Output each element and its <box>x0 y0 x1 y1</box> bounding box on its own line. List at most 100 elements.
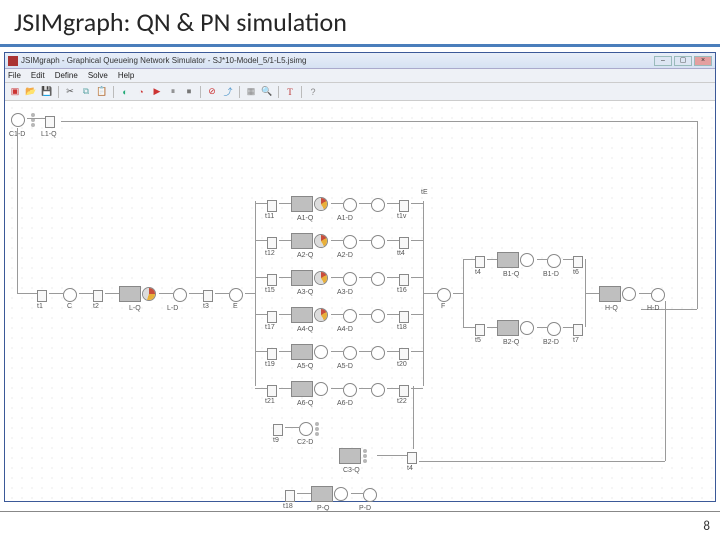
station-node[interactable] <box>291 232 328 250</box>
close-button[interactable]: × <box>694 56 712 66</box>
node-label: A4-Q <box>297 326 313 333</box>
delay-node[interactable] <box>371 196 385 214</box>
node-label: B2-D <box>543 339 559 346</box>
save-icon[interactable]: 💾 <box>40 85 54 99</box>
node-label: A5-D <box>337 363 353 370</box>
cut-icon[interactable]: ✂ <box>63 85 77 99</box>
copy-icon[interactable]: ⧉ <box>79 85 93 99</box>
station-node[interactable] <box>291 195 328 213</box>
menu-edit[interactable]: Edit <box>31 71 45 80</box>
delay-node[interactable] <box>343 270 357 288</box>
delay-node[interactable] <box>343 381 357 399</box>
place-node[interactable] <box>229 286 243 304</box>
connection <box>537 259 547 260</box>
connection <box>387 388 399 389</box>
node-label: t1v <box>397 213 406 220</box>
sim-stop-icon[interactable]: ⏹ <box>182 85 196 99</box>
connection <box>387 351 399 352</box>
station-node[interactable] <box>497 251 534 269</box>
minimize-button[interactable]: – <box>654 56 672 66</box>
new-icon[interactable]: ▣ <box>8 85 22 99</box>
delay-node[interactable] <box>299 420 319 438</box>
station-node[interactable] <box>119 285 156 303</box>
connection <box>463 327 475 328</box>
sim-pause-icon[interactable]: ⏸ <box>166 85 180 99</box>
delay-node[interactable] <box>547 320 561 338</box>
delay-node[interactable] <box>343 233 357 251</box>
connection <box>189 293 203 294</box>
connection <box>351 493 363 494</box>
source-node[interactable] <box>11 111 35 129</box>
delay-node[interactable] <box>371 233 385 251</box>
place-node[interactable] <box>63 286 77 304</box>
delay-node[interactable] <box>343 344 357 362</box>
station-node[interactable] <box>291 269 328 287</box>
paste-icon[interactable]: 📋 <box>95 85 109 99</box>
delay-node[interactable] <box>651 286 665 304</box>
node-label: t20 <box>397 361 407 368</box>
delay-node[interactable] <box>371 270 385 288</box>
connection <box>255 351 267 352</box>
menu-file[interactable]: File <box>8 71 21 80</box>
grid-icon[interactable]: ▦ <box>244 85 258 99</box>
node-label: A6-Q <box>297 400 313 407</box>
node-label: A5-Q <box>297 363 313 370</box>
queue-node[interactable] <box>45 113 55 131</box>
measure-icon[interactable]: ◔ <box>134 85 148 99</box>
station-node[interactable] <box>497 319 534 337</box>
delay-node[interactable] <box>343 307 357 325</box>
delay-node[interactable] <box>343 196 357 214</box>
connection <box>359 388 371 389</box>
help-icon[interactable]: ? <box>306 85 320 99</box>
station-node[interactable] <box>599 285 636 303</box>
node-label: A1-D <box>337 215 353 222</box>
node-label: H-Q <box>605 305 618 312</box>
menu-solve[interactable]: Solve <box>88 71 108 80</box>
connection <box>387 277 399 278</box>
delay-node[interactable] <box>371 344 385 362</box>
node-label: L-D <box>167 305 178 312</box>
text-tool-icon[interactable]: T <box>283 85 297 99</box>
place-node[interactable] <box>437 286 451 304</box>
connection <box>419 461 665 462</box>
delay-node[interactable] <box>371 307 385 325</box>
node-label: A2-Q <box>297 252 313 259</box>
node-label: A4-D <box>337 326 353 333</box>
connection <box>27 118 45 119</box>
delay-node[interactable] <box>547 252 561 270</box>
station-node[interactable] <box>311 485 348 503</box>
toolbar-separator <box>113 86 114 98</box>
node-label: t16 <box>397 287 407 294</box>
connection <box>105 293 119 294</box>
node-label: t9 <box>273 437 279 444</box>
station-node[interactable] <box>291 306 328 324</box>
connection <box>279 388 291 389</box>
connection <box>585 293 599 294</box>
connection <box>537 327 547 328</box>
node-label: E <box>233 303 238 310</box>
delay-node[interactable] <box>173 286 187 304</box>
open-icon[interactable]: 📂 <box>24 85 38 99</box>
station-node[interactable] <box>291 343 328 361</box>
fork-dots-icon <box>363 449 367 463</box>
menu-define[interactable]: Define <box>55 71 78 80</box>
connection <box>17 128 18 293</box>
slide-rule <box>0 511 720 512</box>
export-icon[interactable]: ⤴ <box>221 85 235 99</box>
maximize-button[interactable]: ▢ <box>674 56 692 66</box>
menu-help[interactable]: Help <box>118 71 134 80</box>
node-label: tt4 <box>397 250 405 257</box>
connection <box>331 388 343 389</box>
connection <box>279 314 291 315</box>
delay-node[interactable] <box>363 486 377 504</box>
no-icon[interactable]: ⊘ <box>205 85 219 99</box>
model-canvas[interactable]: C1-D L1-Q t1 C t2 L-Q L-D t3 E <box>5 101 715 501</box>
station-node[interactable] <box>291 380 328 398</box>
node-label: C2-D <box>297 439 313 446</box>
delay-node[interactable] <box>371 381 385 399</box>
connection <box>285 427 299 428</box>
zoom-icon[interactable]: 🔍 <box>260 85 274 99</box>
sim-run-icon[interactable]: ▶ <box>150 85 164 99</box>
station-node[interactable] <box>339 447 367 465</box>
class-icon[interactable]: ◐ <box>118 85 132 99</box>
